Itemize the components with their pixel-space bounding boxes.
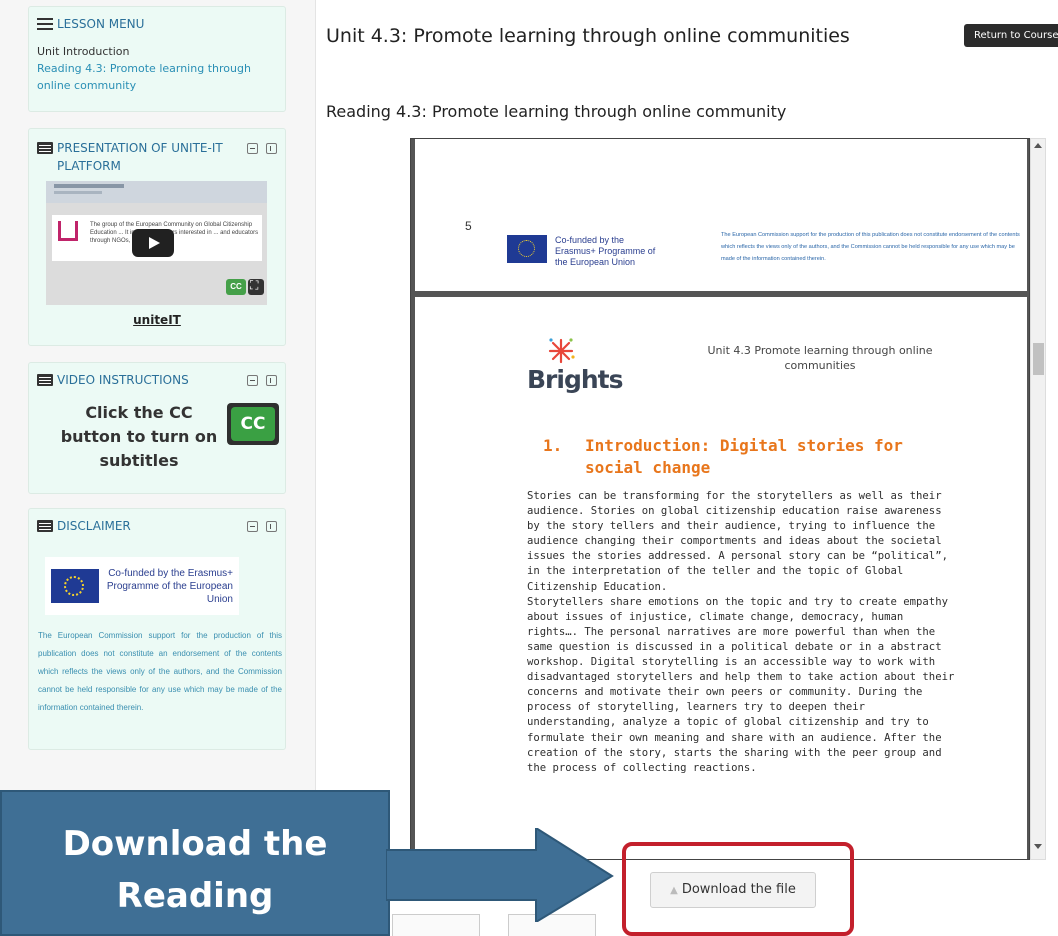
block-menu-icon: [37, 142, 53, 154]
download-highlight-frame: [622, 842, 854, 936]
legal-notice: The European Commission support for the …: [721, 232, 1020, 262]
disclaimer-controls: [247, 521, 277, 532]
uniteit-logo-icon: [58, 221, 78, 241]
cc-badge-label: CC: [231, 407, 275, 441]
page-title: Unit 4.3: Promote learning through onlin…: [326, 25, 850, 47]
disclaimer-title: DISCLAIMER: [57, 519, 131, 533]
thumb-header: [46, 181, 267, 203]
lesson-menu-item-intro[interactable]: Unit Introduction: [37, 43, 277, 60]
lesson-menu-list: Unit Introduction Reading 4.3: Promote l…: [37, 43, 277, 94]
section-heading: 1. Introduction: Digital stories for soc…: [543, 435, 963, 479]
scrollbar-thumb[interactable]: [1033, 343, 1044, 375]
brights-wordmark: Brights: [527, 365, 623, 394]
brights-star-icon: [548, 338, 575, 364]
video-instructions-header: VIDEO INSTRUCTIONS: [37, 371, 277, 389]
section-number: 1.: [543, 436, 563, 455]
return-to-course-button[interactable]: Return to Course: [964, 24, 1058, 47]
scroll-down-icon[interactable]: [1034, 844, 1042, 849]
video-instructions-controls: [247, 375, 277, 386]
fullscreen-icon[interactable]: [248, 278, 264, 295]
eu-flag-icon: [507, 235, 547, 263]
uniteit-link[interactable]: uniteIT: [29, 313, 285, 327]
video-instructions-block: VIDEO INSTRUCTIONS Click the CC button t…: [28, 362, 286, 494]
presentation-controls: [247, 143, 277, 154]
eu-cofunded-text: Co-funded by the Erasmus+ Programme of t…: [106, 568, 233, 605]
menu-icon: [37, 18, 53, 30]
scroll-up-icon[interactable]: [1034, 143, 1042, 148]
video-instructions-title: VIDEO INSTRUCTIONS: [57, 373, 189, 387]
disclaimer-header: DISCLAIMER: [37, 517, 277, 535]
presentation-header: PRESENTATION OF UNITE-IT PLATFORM: [37, 139, 277, 175]
disclaimer-block: DISCLAIMER Co-funded by the Erasmus+ Pro…: [28, 508, 286, 750]
thumb-slide-text: The group of the European Community on G…: [90, 222, 259, 244]
page-number: 5: [465, 219, 472, 233]
eu-cofunded-text: Co-funded by the Erasmus+ Programme of t…: [555, 235, 656, 267]
minimize-icon[interactable]: [247, 143, 258, 154]
pdf-previous-page: 5 Co-funded by the Erasmus+ Programme of…: [415, 139, 1027, 291]
block-menu-icon: [37, 520, 53, 532]
dock-icon[interactable]: [266, 375, 277, 386]
video-thumbnail[interactable]: The group of the European Community on G…: [46, 181, 267, 305]
presentation-block: PRESENTATION OF UNITE-IT PLATFORM The gr…: [28, 128, 286, 346]
dock-icon[interactable]: [266, 521, 277, 532]
pdf-scrollbar[interactable]: [1030, 138, 1046, 860]
eu-flag-icon: [51, 569, 99, 603]
arrow-icon: [386, 828, 614, 922]
presentation-title: PRESENTATION OF UNITE-IT PLATFORM: [57, 141, 223, 173]
disclaimer-text: The European Commission support for the …: [38, 631, 282, 712]
section-title: Introduction: Digital stories for social…: [585, 436, 903, 477]
callout-text: Download the Reading: [62, 824, 328, 916]
minimize-icon[interactable]: [247, 375, 258, 386]
lesson-menu-header: LESSON MENU: [37, 15, 277, 33]
cc-instruction-text: Click the CC button to turn on subtitles: [60, 403, 218, 470]
lesson-menu-item-reading[interactable]: Reading 4.3: Promote learning through on…: [37, 60, 277, 94]
eu-cofunded-logo: Co-funded by the Erasmus+ Programme of t…: [45, 557, 239, 615]
download-callout: Download the Reading: [0, 790, 390, 936]
play-icon[interactable]: [132, 229, 174, 257]
pdf-body-text: Stories can be transforming for the stor…: [527, 490, 955, 774]
reading-heading: Reading 4.3: Promote learning through on…: [326, 102, 787, 121]
block-menu-icon: [37, 374, 53, 386]
pdf-current-page: Brights Unit 4.3 Promote learning throug…: [415, 297, 1027, 859]
lesson-menu-block: LESSON MENU Unit Introduction Reading 4.…: [28, 6, 286, 112]
dock-icon[interactable]: [266, 143, 277, 154]
minimize-icon[interactable]: [247, 521, 258, 532]
cc-badge-icon: CC: [227, 403, 279, 445]
lesson-menu-title: LESSON MENU: [57, 17, 145, 31]
pdf-page-header: Unit 4.3 Promote learning through online…: [707, 344, 933, 372]
pdf-viewer[interactable]: 5 Co-funded by the Erasmus+ Programme of…: [410, 138, 1030, 860]
brights-logo: Brights: [525, 331, 631, 397]
cc-icon[interactable]: CC: [226, 279, 246, 295]
